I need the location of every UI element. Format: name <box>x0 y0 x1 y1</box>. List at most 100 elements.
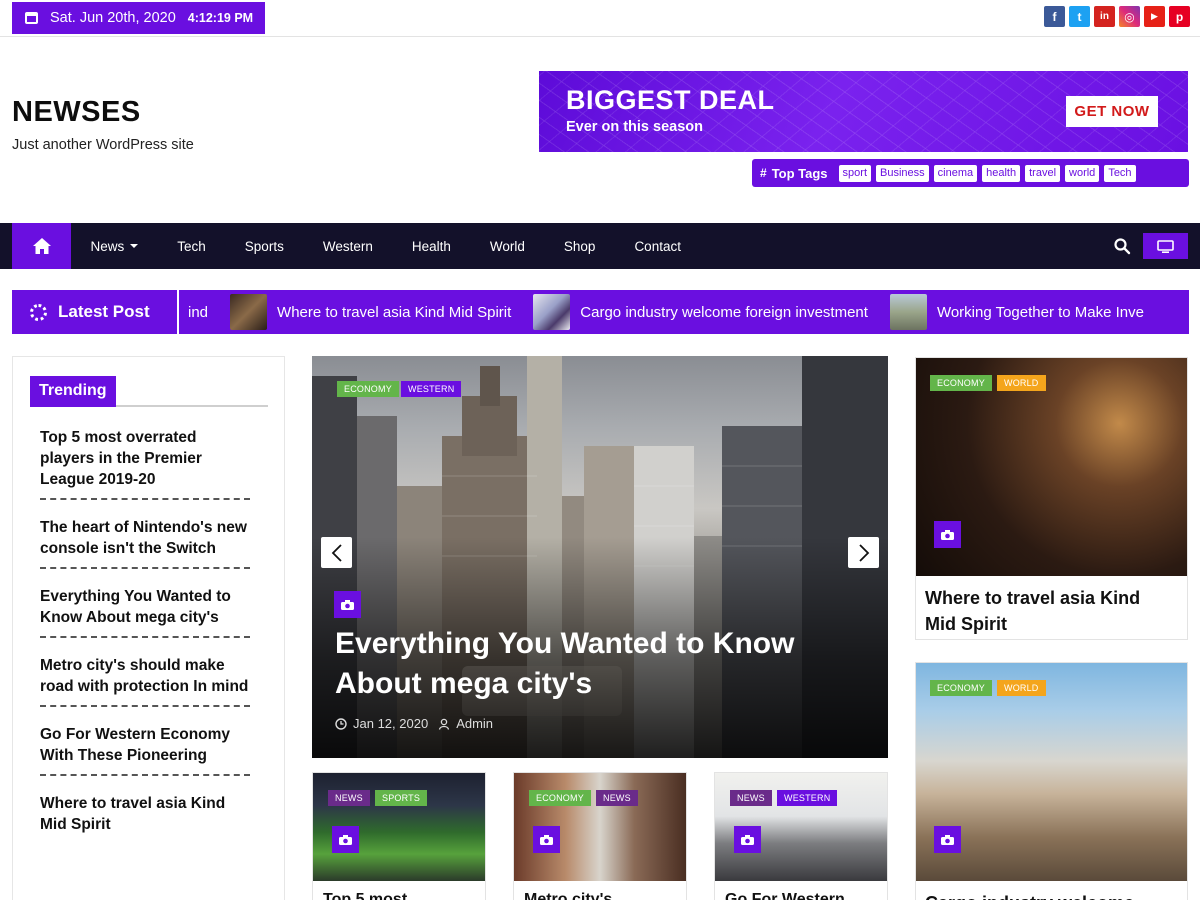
trending-item[interactable]: Top 5 most overrated players in the Prem… <box>40 427 250 500</box>
ticker-item[interactable]: Cargo industry welcome foreign investmen… <box>533 294 868 330</box>
nav-health[interactable]: Health <box>392 239 470 254</box>
tag-business[interactable]: Business <box>876 164 929 182</box>
ticker-item[interactable]: Working Together to Make Inve <box>889 294 1144 330</box>
hero-meta: Jan 12, 2020 Admin <box>335 716 493 731</box>
ticker-thumbnail <box>533 294 571 330</box>
trending-list: Top 5 most overrated players in the Prem… <box>40 427 250 860</box>
category-badge-economy[interactable]: ECONOMY <box>930 375 992 391</box>
ticker-item[interactable]: Where to travel asia Kind Mid Spirit <box>230 294 511 330</box>
chevron-down-icon <box>130 244 139 248</box>
post-card[interactable]: ECONOMY NEWS Metro city's <box>513 772 687 900</box>
post-card[interactable]: NEWS SPORTS Top 5 most <box>312 772 486 900</box>
twitter-icon[interactable]: t <box>1069 6 1090 27</box>
chevron-right-icon <box>858 543 869 562</box>
tag-health[interactable]: health <box>982 164 1021 182</box>
post-title[interactable]: Go For Western <box>725 891 845 900</box>
post-title[interactable]: Where to travel asia Kind Mid Spirit <box>925 585 1175 637</box>
ad-subtitle: Ever on this season <box>566 119 703 135</box>
category-badge-western[interactable]: WESTERN <box>401 381 462 397</box>
ad-title: BIGGEST DEAL <box>566 85 775 115</box>
post-title[interactable]: Top 5 most <box>323 891 407 900</box>
trending-item[interactable]: Everything You Wanted to Know About mega… <box>40 586 250 638</box>
post-title[interactable]: Metro city's <box>524 891 612 900</box>
camera-icon <box>334 591 361 618</box>
hero-author[interactable]: Admin <box>456 716 493 731</box>
screen-toggle-button[interactable] <box>1143 233 1188 259</box>
current-date: Sat. Jun 20th, 2020 <box>50 10 176 26</box>
site-description: Just another WordPress site <box>12 137 194 153</box>
ticker-track: ind Where to travel asia Kind Mid Spirit… <box>188 290 1166 334</box>
camera-icon <box>332 826 359 853</box>
trending-item[interactable]: Where to travel asia Kind Mid Spirit <box>40 793 250 843</box>
nav-tech[interactable]: Tech <box>158 239 226 254</box>
top-tags-label: Top Tags <box>771 165 828 181</box>
home-button[interactable] <box>12 223 71 269</box>
trending-item[interactable]: The heart of Nintendo's new console isn'… <box>40 517 250 569</box>
top-bar: Sat. Jun 20th, 2020 4:12:19 PM f t in ◎ … <box>0 0 1200 37</box>
ticker-thumbnail <box>230 294 268 330</box>
calendar-icon <box>25 12 38 24</box>
hero-title[interactable]: Everything You Wanted to Know About mega… <box>335 624 855 704</box>
tag-travel[interactable]: travel <box>1025 164 1061 182</box>
spinner-icon <box>30 303 47 321</box>
clock-icon <box>335 717 347 730</box>
trending-header: Trending <box>30 376 268 407</box>
ticker-thumbnail <box>889 294 927 330</box>
nav-western[interactable]: Western <box>303 239 392 254</box>
camera-icon <box>934 521 961 548</box>
tag-cinema[interactable]: cinema <box>933 164 978 182</box>
category-badge-economy[interactable]: ECONOMY <box>529 790 591 806</box>
pinterest-icon[interactable]: p <box>1169 6 1190 27</box>
tag-sport[interactable]: sport <box>838 164 872 182</box>
site-title[interactable]: NEWSES <box>12 96 141 129</box>
hashtag-icon: # <box>760 166 767 180</box>
category-badge-news[interactable]: NEWS <box>596 790 638 806</box>
youtube-icon[interactable]: ▶ <box>1144 6 1165 27</box>
tag-tech[interactable]: Tech <box>1104 164 1136 182</box>
category-badge-western[interactable]: WESTERN <box>777 790 838 806</box>
main-nav: News Tech Sports Western Health World Sh… <box>0 223 1200 269</box>
facebook-icon[interactable]: f <box>1044 6 1065 27</box>
instagram-icon[interactable]: ◎ <box>1119 6 1140 27</box>
category-badge-world[interactable]: WORLD <box>997 375 1046 391</box>
current-time: 4:12:19 PM <box>187 11 254 25</box>
prev-slide-button[interactable] <box>321 537 352 568</box>
top-tags-bar: # Top Tags sport Business cinema health … <box>752 159 1189 187</box>
category-badge-sports[interactable]: SPORTS <box>375 790 428 806</box>
ticker-fragment[interactable]: ind <box>188 304 208 321</box>
post-card[interactable]: ECONOMY WORLD Where to travel asia Kind … <box>915 357 1188 640</box>
nav-world[interactable]: World <box>470 239 544 254</box>
nav-contact[interactable]: Contact <box>615 239 701 254</box>
nav-sports[interactable]: Sports <box>225 239 303 254</box>
camera-icon <box>934 826 961 853</box>
category-badge-news[interactable]: NEWS <box>730 790 772 806</box>
hero-slider[interactable]: ECONOMY WESTERN Everything You Wanted to… <box>312 356 888 758</box>
post-card[interactable]: ECONOMY WORLD Cargo industry welcome <box>915 662 1188 900</box>
camera-icon <box>734 826 761 853</box>
category-badge-economy[interactable]: ECONOMY <box>337 381 399 397</box>
category-badge-world[interactable]: WORLD <box>997 680 1046 696</box>
trending-item[interactable]: Metro city's should make road with prote… <box>40 655 250 707</box>
user-icon <box>439 718 450 730</box>
latest-post-ticker: Latest Post ind Where to travel asia Kin… <box>12 290 1189 334</box>
get-now-button[interactable]: GET NOW <box>1066 96 1158 127</box>
search-icon[interactable] <box>1113 237 1131 255</box>
category-badge-economy[interactable]: ECONOMY <box>930 680 992 696</box>
trending-widget: Trending Top 5 most overrated players in… <box>12 356 285 900</box>
ad-banner[interactable]: BIGGEST DEAL Ever on this season GET NOW <box>539 71 1188 152</box>
linkedin-icon[interactable]: in <box>1094 6 1115 27</box>
next-slide-button[interactable] <box>848 537 879 568</box>
nav-news[interactable]: News <box>71 239 158 254</box>
chevron-left-icon <box>331 543 342 562</box>
post-card[interactable]: NEWS WESTERN Go For Western <box>714 772 888 900</box>
hero-date[interactable]: Jan 12, 2020 <box>353 716 428 731</box>
tag-world[interactable]: world <box>1065 164 1100 182</box>
camera-icon <box>533 826 560 853</box>
trending-title: Trending <box>30 376 116 407</box>
category-badge-news[interactable]: NEWS <box>328 790 370 806</box>
nav-shop[interactable]: Shop <box>544 239 615 254</box>
trending-item[interactable]: Go For Western Economy With These Pionee… <box>40 724 250 776</box>
latest-post-label: Latest Post <box>12 290 179 334</box>
monitor-icon <box>1157 239 1174 253</box>
post-title[interactable]: Cargo industry welcome <box>925 890 1175 900</box>
